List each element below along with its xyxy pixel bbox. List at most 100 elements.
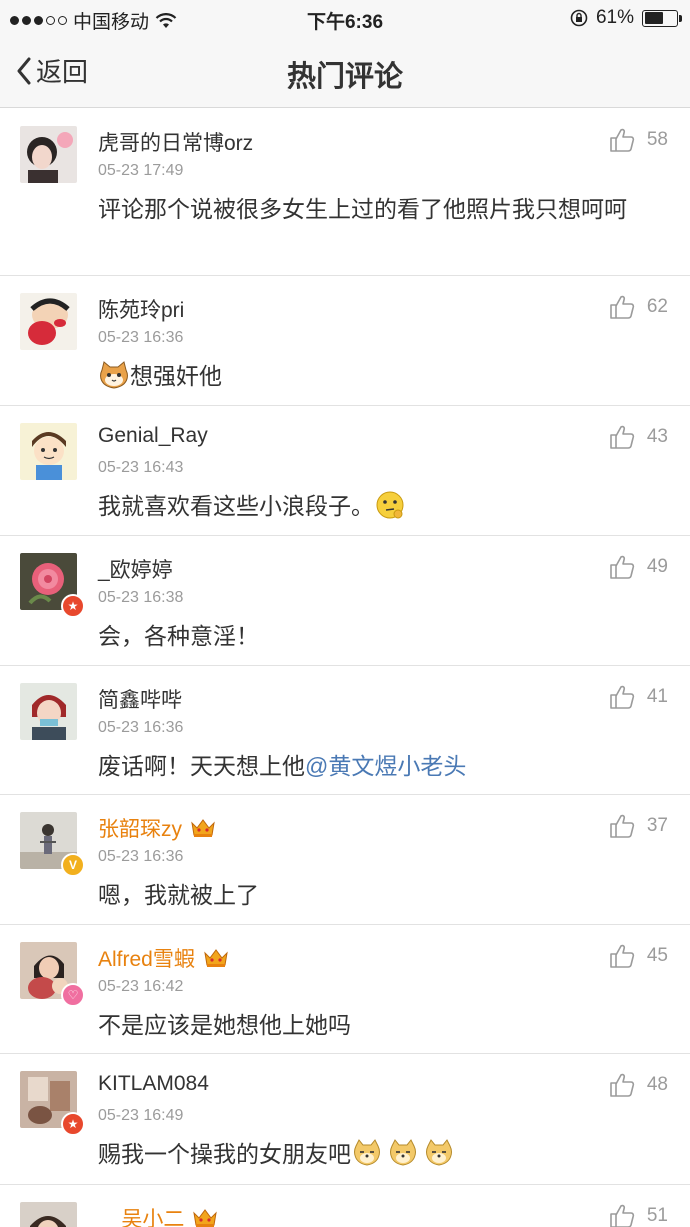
username[interactable]: 简鑫哔哔 (98, 684, 182, 714)
thumb-up-icon (610, 1073, 635, 1097)
like-button[interactable]: 37 (609, 813, 668, 839)
doge-emoji-icon (390, 1139, 416, 1166)
like-button[interactable]: 62 (609, 294, 668, 320)
username[interactable]: 陈苑玲pri (98, 294, 184, 324)
thumb-up-icon (610, 814, 635, 838)
comment-item: 陈苑玲pri 05-23 16:36 想强奸他 62 (0, 276, 690, 406)
like-count: 62 (646, 296, 668, 317)
like-count: 45 (646, 945, 668, 966)
timestamp: 05-23 16:36 (98, 848, 184, 865)
like-count: 49 (646, 556, 668, 577)
timestamp: 05-23 16:43 (98, 459, 184, 476)
like-count: 51 (646, 1205, 668, 1226)
comment-text: 评论那个说被很多女生上过的看了他照片我只想呵呵 (98, 196, 627, 222)
thumb-up-icon (610, 425, 635, 449)
comment-item: ♡ Alfred雪蝦 05-23 16:42 不是应该是她想他上她吗 45 (0, 925, 690, 1054)
battery-icon (642, 9, 682, 27)
username-text: Genial_Ray (98, 424, 208, 447)
navigation-bar: 返回 热门评论 (0, 36, 690, 108)
doge-emoji-icon (426, 1139, 452, 1166)
username[interactable]: Genial_Ray (98, 424, 208, 448)
page-title: 热门评论 (286, 61, 403, 93)
avatar[interactable] (20, 423, 77, 480)
username-text: 陈苑玲pri (98, 299, 185, 322)
avatar[interactable] (20, 126, 77, 183)
vip-crown-icon (204, 949, 228, 967)
username-text: Alfred雪蝦 (98, 948, 195, 971)
comment-text: 赐我一个操我的女朋友吧 (98, 1137, 658, 1171)
mention-link[interactable]: @黄文煜小老头 (305, 753, 466, 779)
comment-text: 想强奸他 (98, 359, 658, 393)
username[interactable]: Alfred雪蝦 (98, 943, 229, 973)
username[interactable]: 虎哥的日常博orz (98, 127, 253, 157)
comment-text-content: 想强奸他 (130, 363, 222, 389)
username-text: __吴小二 (98, 1208, 185, 1227)
avatar[interactable] (20, 293, 77, 350)
thumb-up-icon (610, 685, 635, 709)
thinking-emoji-icon (376, 491, 404, 519)
thumb-up-icon (610, 944, 635, 968)
timestamp: 05-23 16:36 (98, 719, 184, 736)
comment-item: 简鑫哔哔 05-23 16:36 废话啊！天天想上他@黄文煜小老头 41 (0, 666, 690, 795)
comment-item: V 张韶琛zy 05-23 16:36 嗯，我就被上了 37 (0, 795, 690, 925)
like-button[interactable]: 41 (609, 684, 668, 710)
like-count: 41 (646, 686, 668, 707)
thumb-up-icon (610, 128, 635, 152)
like-count: 48 (646, 1074, 668, 1095)
thumb-up-icon (610, 1204, 635, 1227)
username-text: KITLAM084 (98, 1072, 209, 1095)
thumb-up-icon (610, 295, 635, 319)
avatar[interactable] (20, 1202, 77, 1227)
username-text: 虎哥的日常博orz (98, 132, 254, 155)
comment-text-content: 赐我一个操我的女朋友吧 (98, 1141, 351, 1167)
comment-item: 虎哥的日常博orz 05-23 17:49 评论那个说被很多女生上过的看了他照片… (0, 109, 690, 276)
timestamp: 05-23 16:42 (98, 978, 184, 995)
like-count: 58 (646, 129, 668, 150)
timestamp: 05-23 17:49 (98, 162, 184, 179)
like-count: 43 (646, 426, 668, 447)
username[interactable]: _欧婷婷 (98, 554, 173, 584)
username-text: _欧婷婷 (98, 559, 173, 582)
comment-text-content: 废话啊！天天想上他 (98, 753, 305, 779)
comment-item: __吴小二 51 (0, 1185, 690, 1227)
username[interactable]: KITLAM084 (98, 1072, 209, 1096)
like-button[interactable]: 45 (609, 943, 668, 969)
username-text: 张韶琛zy (98, 818, 182, 841)
timestamp: 05-23 16:49 (98, 1107, 184, 1124)
thumb-up-icon (610, 555, 635, 579)
comment-text: 不是应该是她想他上她吗 (98, 1012, 351, 1038)
comment-text: 会，各种意淫！ (98, 623, 259, 649)
comment-item: ★ _欧婷婷 05-23 16:38 会，各种意淫！ 49 (0, 536, 690, 666)
like-count: 37 (646, 815, 668, 836)
comment-list: 虎哥的日常博orz 05-23 17:49 评论那个说被很多女生上过的看了他照片… (0, 109, 690, 1227)
username-text: 简鑫哔哔 (98, 689, 182, 712)
like-button[interactable]: 43 (609, 424, 668, 450)
star-badge: ★ (61, 594, 85, 618)
cat-emoji-icon (100, 361, 128, 389)
battery-area: 61% (570, 7, 682, 29)
pink-badge: ♡ (61, 983, 85, 1007)
status-bar: 中国移动 下午6:36 61% (0, 0, 690, 36)
timestamp: 05-23 16:36 (98, 329, 184, 346)
like-button[interactable]: 51 (609, 1203, 668, 1227)
like-button[interactable]: 48 (609, 1072, 668, 1098)
vip-crown-icon (191, 819, 215, 837)
battery-percent: 61% (595, 7, 634, 28)
comment-item: Genial_Ray 05-23 16:43 我就喜欢看这些小浪段子。 43 (0, 406, 690, 536)
timestamp: 05-23 16:38 (98, 589, 184, 606)
star-badge: ★ (61, 1112, 85, 1136)
vip-crown-icon (193, 1209, 218, 1227)
like-button[interactable]: 58 (609, 127, 668, 153)
username[interactable]: 张韶琛zy (98, 813, 216, 843)
comment-text-content: 我就喜欢看这些小浪段子。 (98, 493, 374, 519)
comment-text: 我就喜欢看这些小浪段子。 (98, 489, 658, 523)
comment-text: 废话啊！天天想上他@黄文煜小老头 (98, 749, 658, 783)
orientation-lock-icon (570, 9, 588, 27)
username[interactable]: __吴小二 (98, 1203, 218, 1227)
comment-item: ★ KITLAM084 05-23 16:49 赐我一个操我的女朋友吧 48 (0, 1054, 690, 1185)
verified-v-badge: V (61, 853, 85, 877)
comment-text: 嗯，我就被上了 (98, 882, 259, 908)
avatar[interactable] (20, 683, 77, 740)
like-button[interactable]: 49 (609, 554, 668, 580)
doge-emoji-icon (354, 1139, 380, 1166)
